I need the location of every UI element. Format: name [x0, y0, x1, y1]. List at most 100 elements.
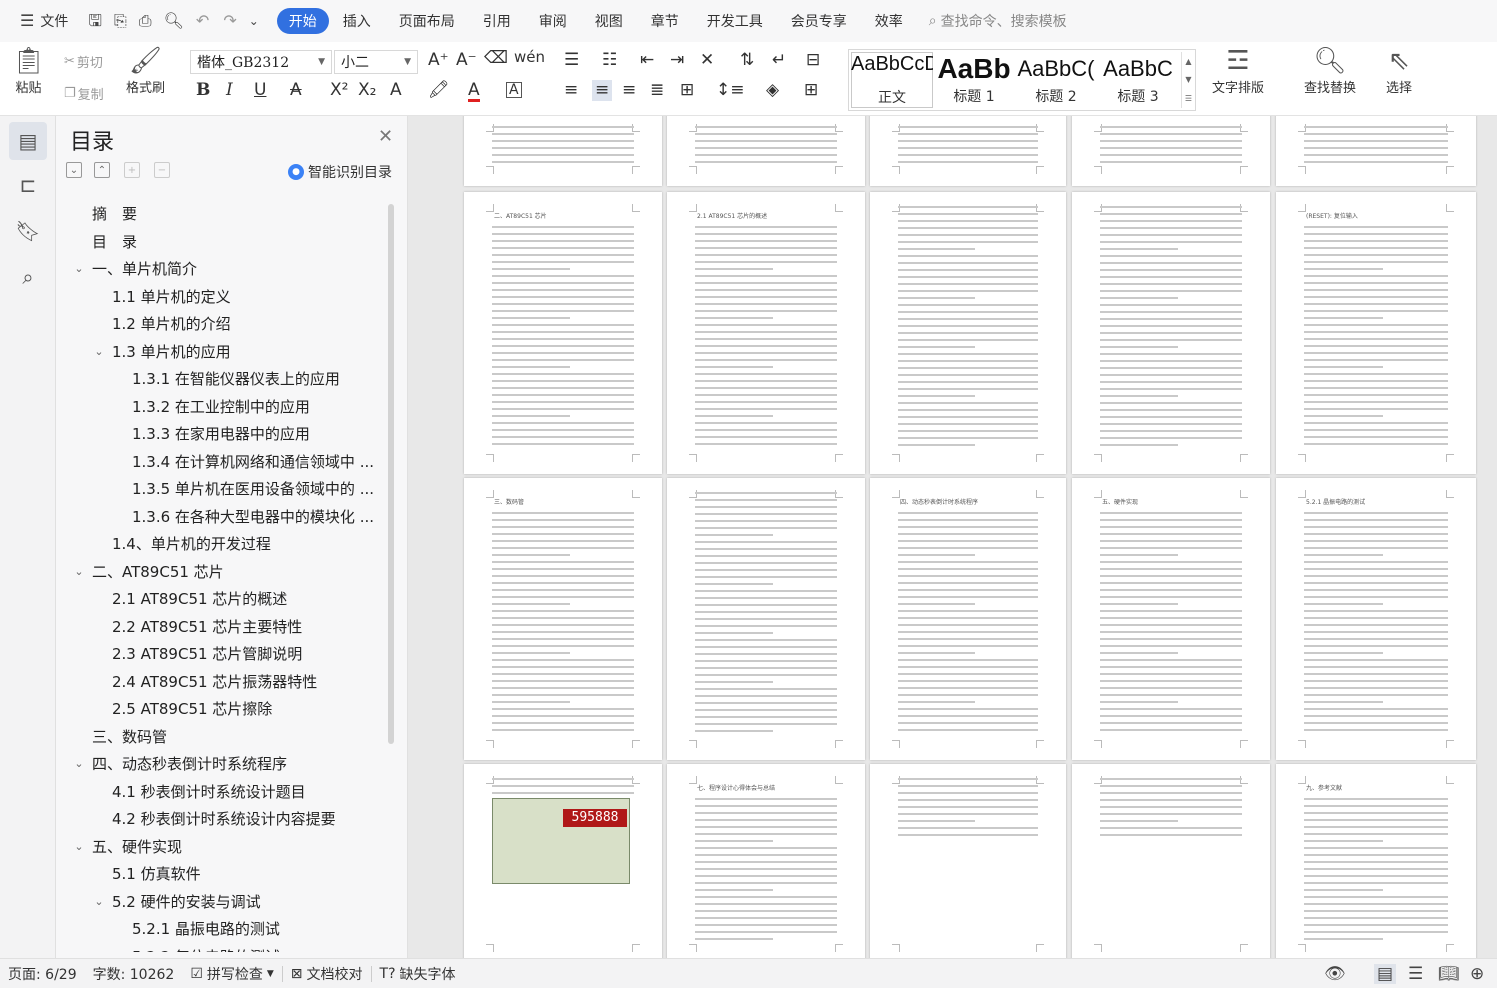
- toc-item[interactable]: ⌄ 二、AT89C51 芯片: [72, 558, 400, 585]
- tab-4[interactable]: 审阅: [525, 8, 581, 34]
- toc-item[interactable]: 1.3.1 在智能仪器仪表上的应用: [112, 365, 400, 392]
- proofread-button[interactable]: ⊠ 文档校对: [283, 964, 371, 984]
- grow-font-icon[interactable]: A⁺: [428, 52, 449, 69]
- save-icon[interactable]: 🖫: [88, 13, 102, 29]
- page-thumbnail[interactable]: [870, 116, 1066, 186]
- paste-button[interactable]: 📋︎ 粘贴: [12, 46, 45, 96]
- document-canvas[interactable]: 二、AT89C51 芯片 2.1 AT89C51 芯片的概述 (RESET): 复位…: [408, 116, 1497, 958]
- page-thumbnail[interactable]: [1072, 764, 1270, 958]
- page-thumbnail[interactable]: 595888: [464, 764, 662, 958]
- tab-2[interactable]: 页面布局: [385, 8, 469, 34]
- style-normal[interactable]: AaBbCcDd正文: [851, 52, 933, 108]
- reading-view-icon[interactable]: 📖︎: [1438, 964, 1460, 984]
- distributed-icon[interactable]: ⊞: [680, 82, 694, 99]
- page-thumbnail[interactable]: 三、数码管: [464, 478, 662, 760]
- page-thumbnail[interactable]: [870, 192, 1066, 474]
- page-thumbnail[interactable]: [1072, 116, 1270, 186]
- word-count[interactable]: 字数: 10262: [85, 964, 183, 984]
- toc-item[interactable]: 目 录: [72, 228, 400, 255]
- chevron-down-icon[interactable]: ⌄: [72, 757, 86, 770]
- highlight-icon[interactable]: 🖍︎: [428, 82, 450, 99]
- tab-3[interactable]: 引用: [469, 8, 525, 34]
- toc-item[interactable]: 三、数码管: [72, 723, 400, 750]
- toc-item[interactable]: ⌄ 一、单片机简介: [72, 255, 400, 282]
- numbered-list-icon[interactable]: ☷: [602, 52, 617, 69]
- close-icon[interactable]: ✕: [378, 126, 393, 147]
- page-thumbnail[interactable]: (RESET): 复位输入: [1276, 192, 1476, 474]
- bullet-list-icon[interactable]: ☰: [564, 52, 579, 69]
- toc-item[interactable]: 2.5 AT89C51 芯片擦除: [92, 695, 400, 722]
- char-shading-icon[interactable]: A: [506, 82, 522, 98]
- toc-item[interactable]: 5.2.1 晶振电路的测试: [112, 915, 400, 942]
- toc-item[interactable]: ⌄ 四、动态秒表倒计时系统程序: [72, 750, 400, 777]
- font-name-select[interactable]: 楷体_GB2312 ▼: [190, 50, 332, 74]
- style-heading-3[interactable]: AaBbC 标题 3: [1097, 52, 1179, 108]
- text-layout-button[interactable]: ☲ 文字排版: [1212, 46, 1264, 96]
- tab-6[interactable]: 章节: [637, 8, 693, 34]
- align-right-icon[interactable]: ≡: [622, 82, 636, 99]
- cut-button[interactable]: ✂ 剪切: [64, 52, 103, 71]
- show-marks-icon[interactable]: ↵: [772, 52, 786, 69]
- smart-toc-button[interactable]: ● 智能识别目录: [288, 162, 392, 182]
- missing-font-button[interactable]: T? 缺失字体: [372, 964, 464, 984]
- page-view-icon[interactable]: ▤: [1374, 964, 1397, 984]
- strikethrough-icon[interactable]: A: [290, 82, 302, 99]
- increase-indent-icon[interactable]: ⇥: [670, 52, 684, 69]
- toc-item[interactable]: 2.2 AT89C51 芯片主要特性: [92, 613, 400, 640]
- style-heading-1[interactable]: AaBb 标题 1: [933, 52, 1015, 108]
- find-replace-button[interactable]: 🔍︎ 查找替换: [1304, 46, 1356, 96]
- quick-access-more-icon[interactable]: ⌄: [249, 15, 259, 27]
- undo-icon[interactable]: ↶: [196, 13, 209, 29]
- paragraph-shading-icon[interactable]: ◈: [766, 82, 779, 99]
- page-thumbnail[interactable]: 2.1 AT89C51 芯片的概述: [667, 192, 865, 474]
- page-indicator[interactable]: 页面: 6/29: [0, 964, 85, 984]
- toc-item[interactable]: 1.3.3 在家用电器中的应用: [112, 420, 400, 447]
- tab-9[interactable]: 效率: [861, 8, 917, 34]
- page-thumbnail[interactable]: 五、硬件实现: [1072, 478, 1270, 760]
- toc-item[interactable]: 1.3.4 在计算机网络和通信领域中 ...: [112, 448, 400, 475]
- toc-item[interactable]: 2.4 AT89C51 芯片振荡器特性: [92, 668, 400, 695]
- bookmark-icon[interactable]: 🔖︎: [9, 212, 47, 250]
- toc-item[interactable]: 5.2.2 复位电路的测试: [112, 943, 400, 953]
- toc-item[interactable]: 1.3.2 在工业控制中的应用: [112, 393, 400, 420]
- page-thumbnail[interactable]: [667, 116, 865, 186]
- toc-item[interactable]: ⌄ 1.3 单片机的应用: [92, 338, 400, 365]
- italic-icon[interactable]: I: [226, 82, 233, 99]
- align-left-icon[interactable]: ≡: [564, 82, 578, 99]
- tab-8[interactable]: 会员专享: [777, 8, 861, 34]
- text-effect-icon[interactable]: A: [390, 82, 402, 99]
- font-color-icon[interactable]: A: [468, 82, 480, 102]
- add-heading-icon[interactable]: +: [124, 162, 140, 178]
- clear-format-icon[interactable]: ⌫: [484, 50, 508, 67]
- toc-nav-icon[interactable]: ▤: [9, 122, 47, 160]
- file-menu[interactable]: ☰ 文件: [12, 8, 76, 34]
- toc-item[interactable]: 1.1 单片机的定义: [92, 283, 400, 310]
- copy-button[interactable]: ❐ 复制: [64, 84, 104, 103]
- chevron-down-icon[interactable]: ⌄: [92, 345, 106, 358]
- toc-item[interactable]: 1.2 单片机的介绍: [92, 310, 400, 337]
- page-thumbnail[interactable]: [1276, 116, 1476, 186]
- toc-scrollbar[interactable]: [388, 204, 394, 744]
- style-heading-2[interactable]: AaBbC(标题 2: [1015, 52, 1097, 108]
- toc-item[interactable]: 摘 要: [72, 200, 400, 227]
- toc-item[interactable]: ⌄ 5.2 硬件的安装与调试: [92, 888, 400, 915]
- subscript-icon[interactable]: X₂: [358, 82, 376, 99]
- toc-item[interactable]: 4.2 秒表倒计时系统设计内容提要: [92, 805, 400, 832]
- page-thumbnail[interactable]: 5.2.1 晶振电路的测试: [1276, 478, 1476, 760]
- page-thumbnail[interactable]: 四、动态秒表倒计时系统程序: [870, 478, 1066, 760]
- tab-7[interactable]: 开发工具: [693, 8, 777, 34]
- toc-item[interactable]: ⌄ 五、硬件实现: [72, 833, 400, 860]
- justify-icon[interactable]: ≣: [650, 82, 664, 99]
- chevron-down-icon[interactable]: ⌄: [72, 840, 86, 853]
- eye-protection-icon[interactable]: 👁︎: [1324, 964, 1346, 984]
- chevron-down-icon[interactable]: ⌄: [92, 895, 106, 908]
- chevron-down-icon[interactable]: ⌄: [72, 262, 86, 275]
- spell-check-button[interactable]: ☑ 拼写检查 ▼: [182, 964, 281, 984]
- phonetic-guide-icon[interactable]: wén: [514, 50, 545, 65]
- tab-5[interactable]: 视图: [581, 8, 637, 34]
- format-painter-button[interactable]: 🖌︎ 格式刷: [126, 46, 165, 96]
- toc-item[interactable]: 1.3.6 在各种大型电器中的模块化 ...: [112, 503, 400, 530]
- toc-item[interactable]: 5.1 仿真软件: [92, 860, 400, 887]
- print-preview-icon[interactable]: 🔍︎: [164, 13, 184, 29]
- chevron-down-icon[interactable]: ⌄: [72, 565, 86, 578]
